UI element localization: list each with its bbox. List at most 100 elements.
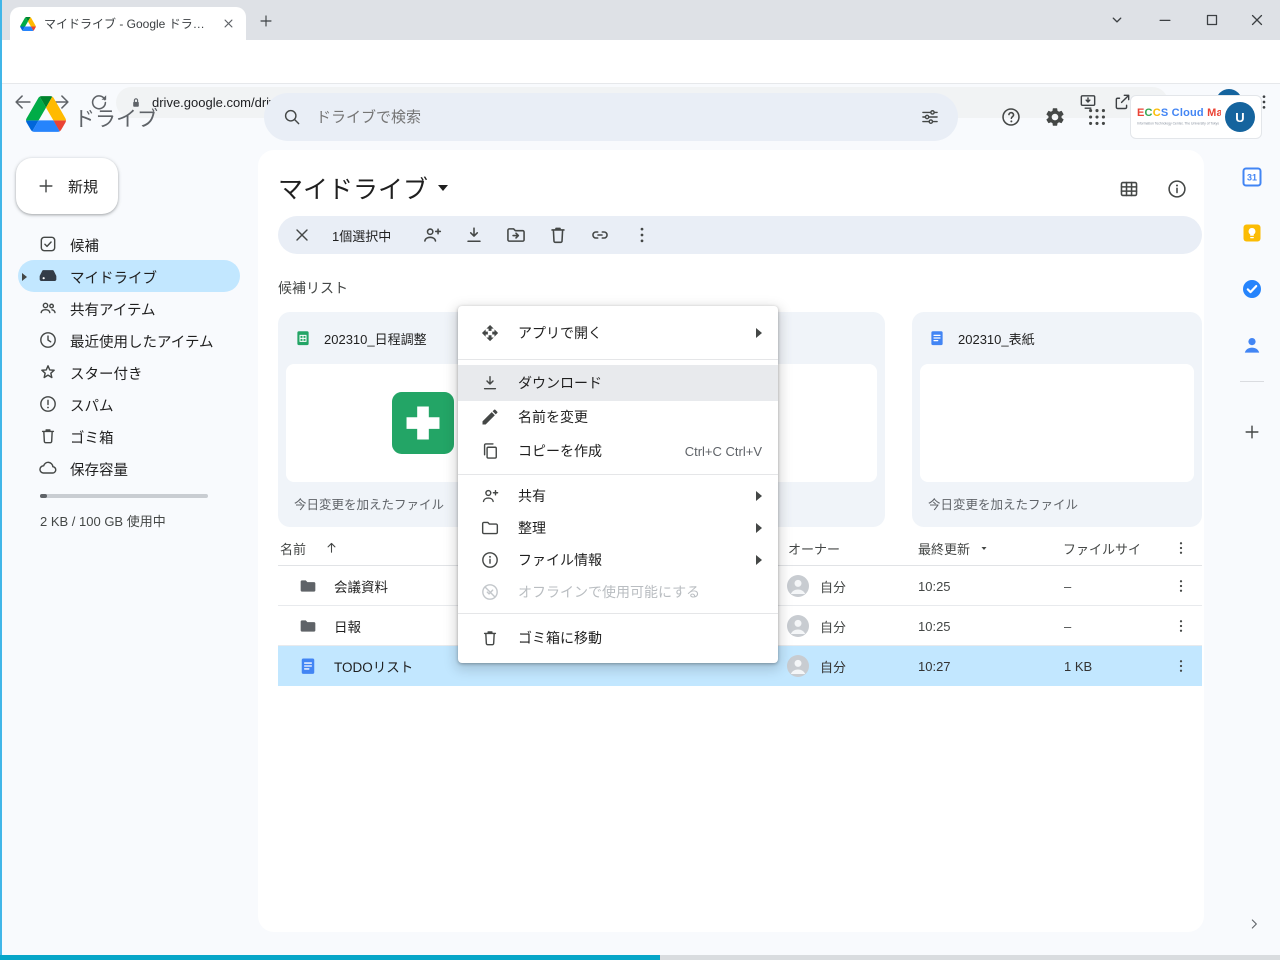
selection-toolbar: 1個選択中 [278,216,1202,254]
title-dropdown-icon[interactable] [438,185,448,191]
row-modified: 10:27 [918,646,951,686]
more-vert-icon[interactable] [1172,577,1190,595]
drive-avatar[interactable]: U [1225,102,1255,132]
menu-item-open-with[interactable]: アプリで開く [458,312,778,354]
menu-item-file-info[interactable]: ファイル情報 [458,544,778,576]
window-close-icon[interactable] [1248,11,1266,29]
download-icon[interactable] [463,224,485,246]
star-icon [38,362,58,382]
sort-down-icon[interactable] [978,542,990,554]
row-name: 日報 [334,606,361,646]
new-tab-icon[interactable] [258,13,274,29]
search-bar[interactable] [264,93,958,141]
sidebar-item-trash[interactable]: ゴミ箱 [0,420,256,452]
page-title-row[interactable]: マイドライブ [278,170,448,206]
page-title: マイドライブ [278,170,428,206]
browser-tab[interactable]: マイドライブ - Google ドライブ [10,7,246,40]
calendar-icon[interactable]: 31 [1240,165,1264,189]
add-addon-icon[interactable] [1242,422,1262,442]
account-badge[interactable]: ECCS Cloud Mail Information Technology C… [1130,95,1262,139]
folder-move-icon[interactable] [505,224,527,246]
storage-text: 2 KB / 100 GB 使用中 [40,511,166,530]
trash-icon[interactable] [547,224,569,246]
card-title: 202310_日程調整 [324,329,427,348]
share-person-add-icon[interactable] [421,224,443,246]
keep-icon[interactable] [1240,221,1264,245]
sidebar-item-storage[interactable]: 保存容量 [0,452,256,484]
offline-icon [480,582,500,602]
contacts-icon[interactable] [1240,333,1264,357]
search-input[interactable] [316,109,906,126]
folder-fill-icon [298,616,318,636]
tasks-icon[interactable] [1240,277,1264,301]
doc-file-icon [928,329,946,347]
tab-close-icon[interactable] [221,16,236,31]
row-name: 会議資料 [334,566,388,606]
more-vert-icon[interactable] [1172,539,1190,557]
menu-item-share[interactable]: 共有 [458,480,778,512]
file-card-cover[interactable]: 202310_表紙 今日変更を加えたファイル [912,312,1202,527]
screen-share-border-bottom [0,955,660,960]
sidebar-item-spam[interactable]: スパム [0,388,256,420]
bottom-bar-gray [660,955,1280,960]
maximize-icon[interactable] [1203,11,1221,29]
open-with-icon [480,323,500,343]
person-add-icon [480,486,500,506]
menu-divider [458,359,778,360]
apps-grid-icon[interactable] [1086,106,1108,128]
clear-selection-icon[interactable] [292,225,312,245]
menu-item-rename[interactable]: 名前を変更 [458,401,778,433]
more-vert-icon[interactable] [1172,657,1190,675]
column-owner[interactable]: オーナー [788,539,840,558]
cloud-icon [38,458,58,478]
menu-divider [458,613,778,614]
submenu-arrow-icon [756,491,762,501]
menu-item-organize[interactable]: 整理 [458,512,778,544]
menu-item-move-to-trash[interactable]: ゴミ箱に移動 [458,619,778,657]
info-icon[interactable] [1166,178,1188,200]
sidebar-item-recent[interactable]: 最近使用したアイテム [0,324,256,356]
sort-up-icon[interactable] [324,540,339,555]
card-thumbnail [920,364,1194,482]
tune-icon[interactable] [920,107,940,127]
account-badge-subtitle: Information Technology Center, The Unive… [1137,121,1218,125]
share-icon[interactable] [1112,92,1132,112]
new-button[interactable]: 新規 [16,158,118,214]
help-icon[interactable] [1000,106,1022,128]
clock-icon [38,330,58,350]
svg-text:31: 31 [1247,173,1257,183]
app-name: ドライブ [74,103,158,133]
trash-icon [38,426,58,446]
storage-progress-bar [40,494,208,498]
sidebar-item-shared[interactable]: 共有アイテム [0,292,256,324]
more-vert-icon[interactable] [1172,617,1190,635]
submenu-arrow-icon [756,523,762,533]
expand-arrow-icon[interactable] [22,273,27,281]
minimize-icon[interactable] [1156,11,1174,29]
column-size[interactable]: ファイルサイ [1063,539,1141,558]
link-icon[interactable] [589,224,611,246]
column-modified[interactable]: 最終更新 [918,539,970,558]
submenu-arrow-icon [756,328,762,338]
sidebar-item-starred[interactable]: スター付き [0,356,256,388]
folder-icon [480,518,500,538]
grid-view-icon[interactable] [1118,178,1140,200]
row-owner: 自分 [820,566,846,606]
chevron-right-icon[interactable] [1246,916,1262,932]
sidebar-item-suggested[interactable]: 候補 [0,228,256,260]
sidebar-item-my-drive[interactable]: マイドライブ [0,260,256,292]
new-button-label: 新規 [68,176,98,197]
column-name[interactable]: 名前 [280,539,306,558]
menu-item-download[interactable]: ダウンロード [458,365,778,401]
window-chevron-icon[interactable] [1108,11,1126,29]
owner-avatar-icon [786,646,810,686]
spam-icon [38,394,58,414]
row-owner: 自分 [820,606,846,646]
sheets-logo-icon [392,392,454,454]
settings-gear-icon[interactable] [1044,106,1066,128]
account-badge-title: ECCS Cloud Mail [1137,107,1221,119]
trash-icon [480,628,500,648]
more-vert-icon[interactable] [631,224,653,246]
menu-item-copy[interactable]: コピーを作成 Ctrl+C Ctrl+V [458,433,778,469]
download-icon [480,373,500,393]
